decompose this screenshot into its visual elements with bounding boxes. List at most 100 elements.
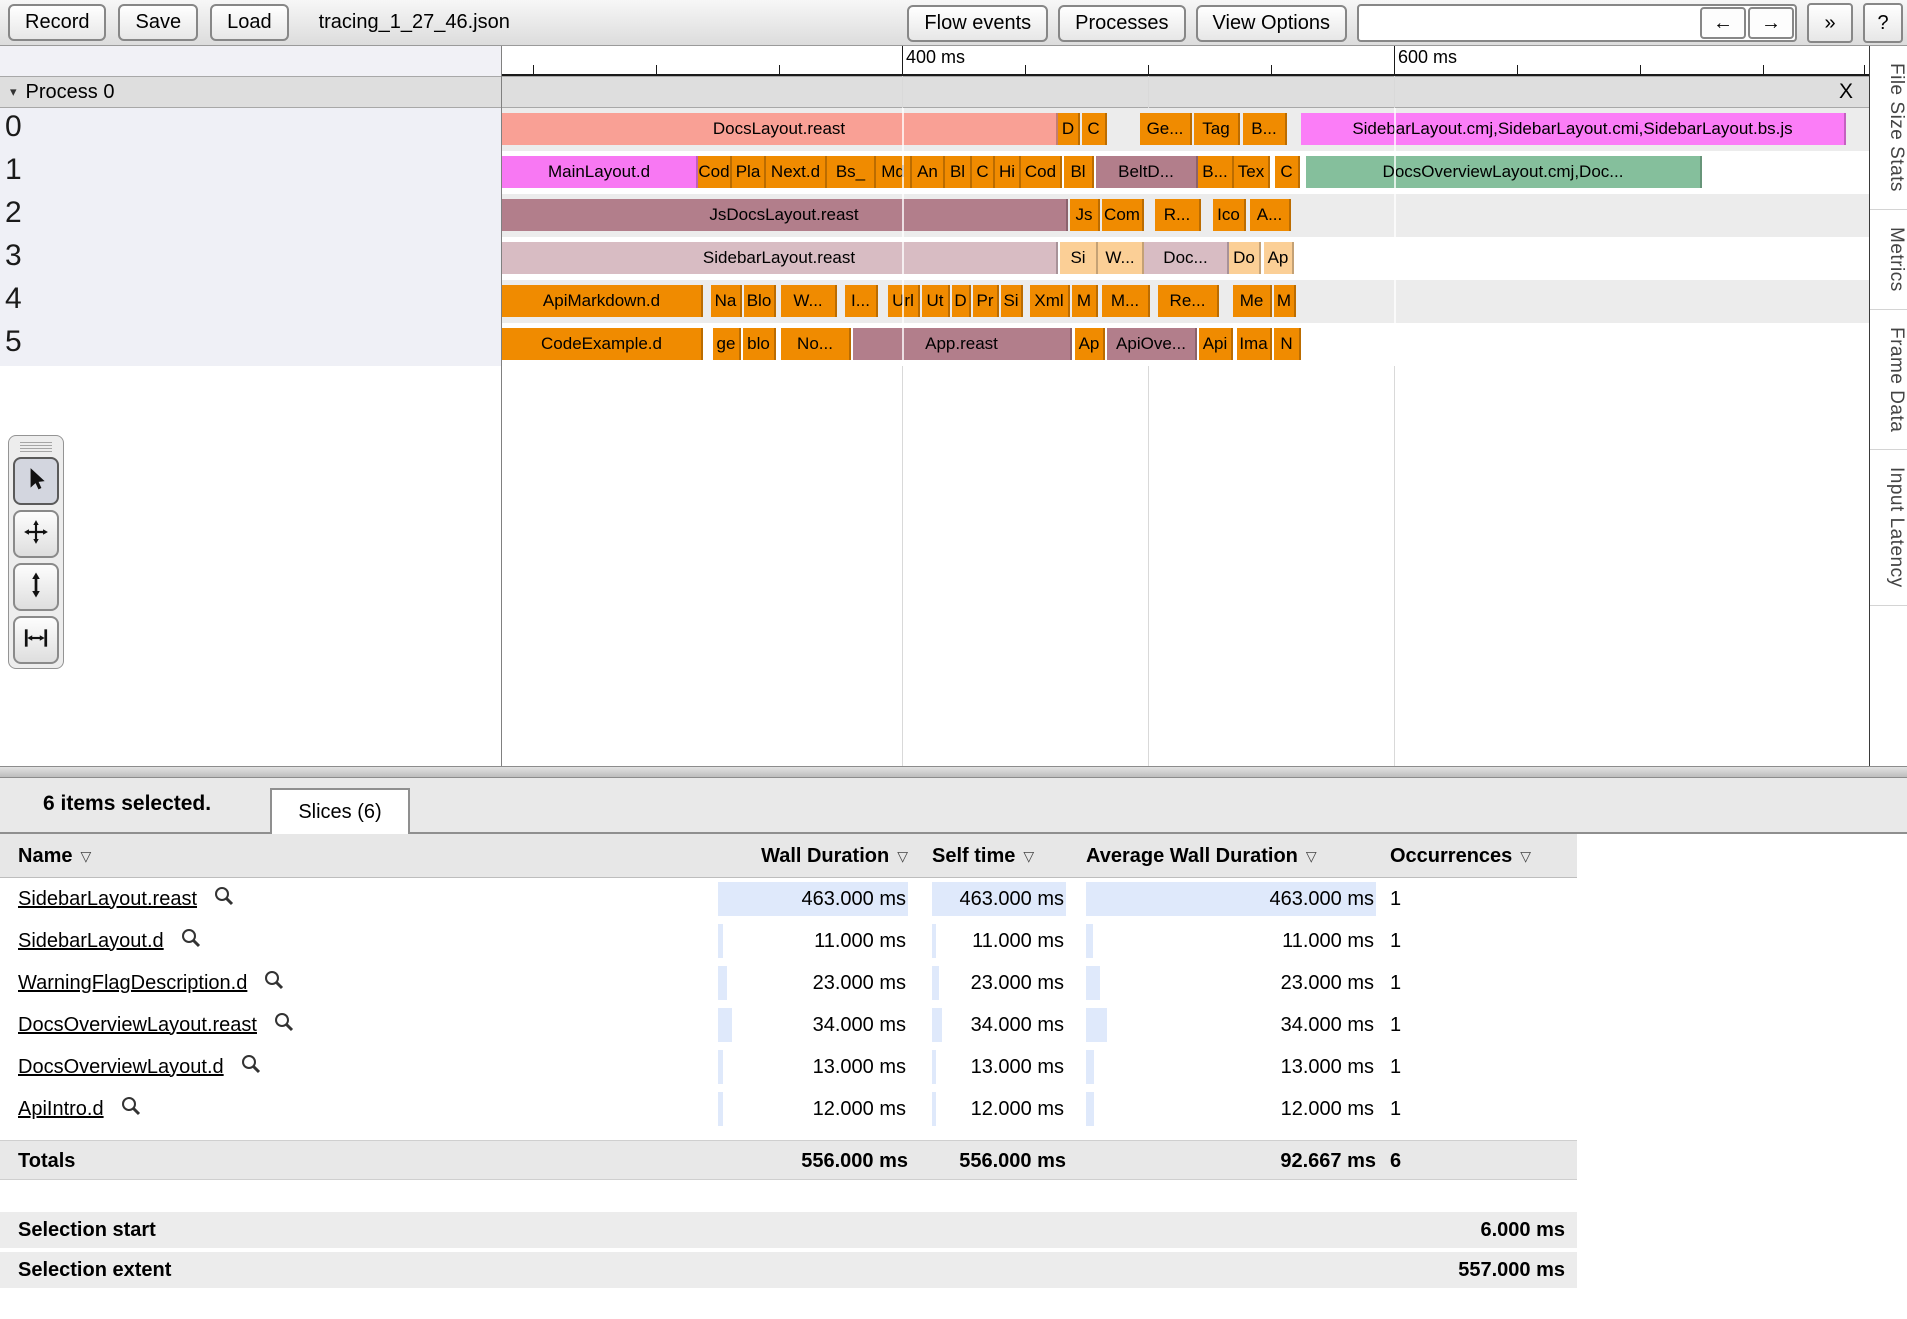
magnifier-icon[interactable]	[240, 1053, 262, 1081]
palette-grip-handle[interactable]	[20, 442, 52, 452]
magnifier-icon[interactable]	[263, 969, 285, 997]
magnifier-icon[interactable]	[180, 927, 202, 955]
help-button[interactable]: ?	[1863, 3, 1903, 43]
flow-events-button[interactable]: Flow events	[907, 5, 1048, 42]
trace-slice[interactable]: Me	[1233, 285, 1272, 317]
trace-slice[interactable]: B...	[1243, 113, 1287, 145]
trace-slice[interactable]: Com	[1102, 199, 1144, 231]
collapse-triangle-icon[interactable]: ▾	[10, 84, 17, 100]
trace-slice[interactable]: B...	[1198, 156, 1234, 188]
trace-slice[interactable]: A...	[1250, 199, 1291, 231]
trace-slice[interactable]: Bs_	[827, 156, 876, 188]
trace-slice[interactable]: Tex	[1234, 156, 1270, 188]
trace-slice[interactable]: C	[972, 156, 995, 188]
sidebar-tab-frame-data[interactable]: Frame Data	[1870, 310, 1907, 450]
trace-slice[interactable]: Ge...	[1140, 113, 1192, 145]
trace-slice[interactable]: Bl	[945, 156, 972, 188]
magnifier-icon[interactable]	[120, 1095, 142, 1123]
slice-name-link[interactable]: SidebarLayout.d	[18, 930, 164, 953]
trace-slice[interactable]: M	[1274, 285, 1296, 317]
trace-slice[interactable]: C	[1275, 156, 1300, 188]
slice-name-link[interactable]: ApiIntro.d	[18, 1098, 104, 1121]
trace-slice[interactable]: Js	[1070, 199, 1100, 231]
find-previous-button[interactable]: ←	[1700, 7, 1746, 39]
trace-slice[interactable]: MainLayout.d	[502, 156, 698, 188]
select-tool-button[interactable]	[13, 457, 59, 505]
trace-slice[interactable]: blo	[743, 328, 776, 360]
trace-slice[interactable]: Ap	[1264, 242, 1294, 274]
process-header[interactable]: ▾ Process 0 X	[0, 76, 1869, 108]
trace-slice[interactable]: N	[1274, 328, 1301, 360]
expand-panel-button[interactable]: »	[1807, 3, 1853, 43]
view-options-button[interactable]: View Options	[1196, 5, 1347, 42]
pan-tool-button[interactable]	[13, 510, 59, 558]
trace-slice[interactable]: SidebarLayout.cmj,SidebarLayout.cmi,Side…	[1301, 113, 1846, 145]
trace-slice[interactable]: Api	[1199, 328, 1233, 360]
column-header-average-wall-duration[interactable]: Average Wall Duration ▽	[1086, 834, 1317, 878]
trace-slice[interactable]: Na	[711, 285, 742, 317]
tool-palette[interactable]	[8, 435, 64, 669]
trace-slice[interactable]: An	[912, 156, 945, 188]
slice-name-link[interactable]: DocsOverviewLayout.reast	[18, 1014, 257, 1037]
trace-slice[interactable]: JsDocsLayout.reast	[502, 199, 1068, 231]
trace-slice[interactable]: App.reast	[853, 328, 1072, 360]
trace-slice[interactable]: DocsLayout.reast	[502, 113, 1058, 145]
trace-slice[interactable]: ApiOve...	[1107, 328, 1197, 360]
load-button[interactable]: Load	[210, 4, 289, 41]
slice-name-link[interactable]: WarningFlagDescription.d	[18, 972, 247, 995]
tab-slices[interactable]: Slices (6)	[270, 788, 410, 834]
magnifier-icon[interactable]	[213, 885, 235, 913]
trace-slice[interactable]: ge	[713, 328, 741, 360]
slice-name-link[interactable]: DocsOverviewLayout.d	[18, 1056, 224, 1079]
sidebar-tab-metrics[interactable]: Metrics	[1870, 210, 1907, 310]
trace-slice[interactable]: Cod	[698, 156, 732, 188]
sidebar-tab-file-size-stats[interactable]: File Size Stats	[1870, 46, 1907, 210]
trace-slice[interactable]: Si	[1060, 242, 1098, 274]
trace-slice[interactable]: Ima	[1237, 328, 1272, 360]
trace-slice[interactable]: Ap	[1075, 328, 1105, 360]
trace-slice[interactable]: I...	[845, 285, 878, 317]
close-process-button[interactable]: X	[1839, 80, 1853, 104]
save-button[interactable]: Save	[118, 4, 198, 41]
trace-slice[interactable]: Url	[888, 285, 920, 317]
trace-slice[interactable]: Hi	[995, 156, 1021, 188]
search-input[interactable]	[1359, 6, 1699, 40]
trace-slice[interactable]: R...	[1155, 199, 1201, 231]
zoom-tool-button[interactable]	[13, 563, 59, 611]
trace-slice[interactable]: Md	[876, 156, 912, 188]
trace-slice[interactable]: Pla	[732, 156, 766, 188]
trace-slice[interactable]: Ico	[1213, 199, 1246, 231]
trace-slice[interactable]: Ut	[922, 285, 950, 317]
column-header-occurrences[interactable]: Occurrences ▽	[1390, 834, 1531, 878]
trace-slice[interactable]: D	[1058, 113, 1080, 145]
trace-slice[interactable]: Blo	[744, 285, 776, 317]
timing-tool-button[interactable]	[13, 616, 59, 664]
trace-slice[interactable]: Bl	[1064, 156, 1094, 188]
trace-slice[interactable]: Re...	[1158, 285, 1219, 317]
trace-slice[interactable]: ApiMarkdown.d	[502, 285, 703, 317]
column-header-wall-duration[interactable]: Wall Duration ▽	[700, 834, 908, 878]
sidebar-tab-input-latency[interactable]: Input Latency	[1870, 450, 1907, 606]
record-button[interactable]: Record	[8, 4, 106, 41]
trace-slice[interactable]: Tag	[1194, 113, 1240, 145]
slice-name-link[interactable]: SidebarLayout.reast	[18, 888, 197, 911]
trace-slice[interactable]: C	[1082, 113, 1107, 145]
trace-slice[interactable]: D	[952, 285, 971, 317]
trace-slice[interactable]: M	[1072, 285, 1098, 317]
processes-button[interactable]: Processes	[1058, 5, 1185, 42]
trace-slice[interactable]: Do	[1229, 242, 1261, 274]
timeline-ruler[interactable]: 400 ms600 ms	[502, 46, 1869, 76]
trace-slice[interactable]: Next.d	[766, 156, 827, 188]
panel-splitter[interactable]	[0, 766, 1907, 778]
find-next-button[interactable]: →	[1748, 7, 1794, 39]
trace-slice[interactable]: Doc...	[1144, 242, 1229, 274]
trace-slice[interactable]: DocsOverviewLayout.cmj,Doc...	[1306, 156, 1702, 188]
trace-slice[interactable]: SidebarLayout.reast	[502, 242, 1058, 274]
column-header-self-time[interactable]: Self time ▽	[932, 834, 1034, 878]
magnifier-icon[interactable]	[273, 1011, 295, 1039]
trace-slice[interactable]: Pr	[973, 285, 999, 317]
trace-slice[interactable]: Cod	[1021, 156, 1062, 188]
trace-slice[interactable]: BeltD...	[1096, 156, 1198, 188]
trace-slice[interactable]: M...	[1102, 285, 1150, 317]
column-header-name[interactable]: Name ▽	[18, 834, 91, 878]
